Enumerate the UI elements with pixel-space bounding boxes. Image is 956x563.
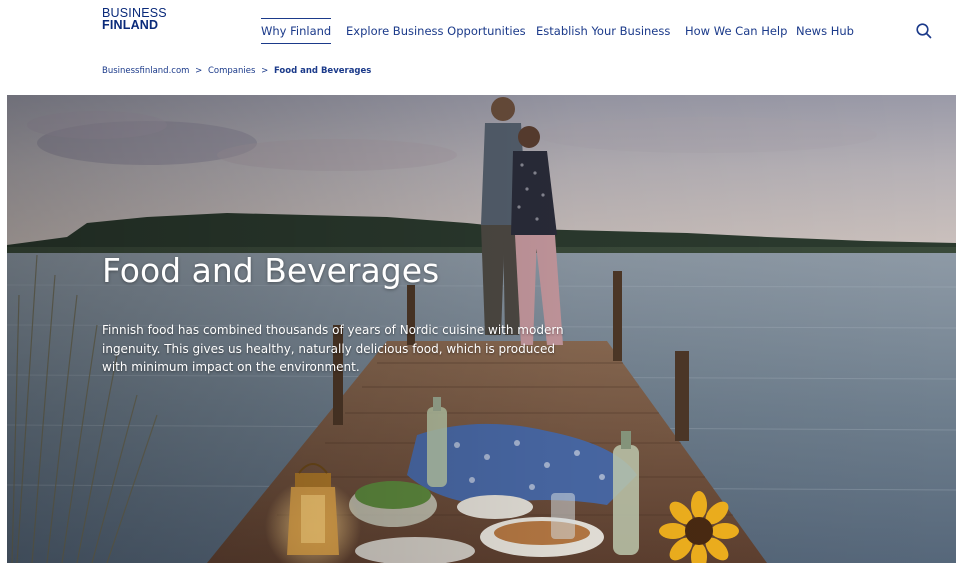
nav-establish-your-business[interactable]: Establish Your Business — [536, 18, 670, 44]
business-finland-logo[interactable]: BUSINESS FINLAND — [102, 7, 167, 32]
nav-explore-business-opportunities[interactable]: Explore Business Opportunities — [346, 18, 526, 44]
breadcrumb-current: Food and Beverages — [273, 66, 372, 76]
breadcrumb-home[interactable]: Businessfinland.com — [102, 66, 189, 76]
breadcrumb-separator: > — [195, 66, 203, 76]
hero-description: Finnish food has combined thousands of y… — [102, 323, 564, 374]
page-title: Food and Beverages — [102, 251, 440, 290]
breadcrumb-separator: > — [261, 66, 269, 76]
hero-banner: Food and Beverages Finnish food has comb… — [7, 95, 956, 563]
nav-why-finland[interactable]: Why Finland — [261, 18, 332, 44]
breadcrumb: Businessfinland.com > Companies > Food a… — [102, 66, 371, 80]
search-button[interactable] — [915, 22, 933, 40]
site-header: BUSINESS FINLAND Why Finland Explore Bus… — [0, 0, 956, 60]
page: BUSINESS FINLAND Why Finland Explore Bus… — [0, 0, 956, 563]
nav-news-hub[interactable]: News Hub — [796, 18, 854, 44]
breadcrumb-companies[interactable]: Companies — [208, 66, 255, 76]
nav-how-we-can-help[interactable]: How We Can Help — [685, 18, 787, 44]
search-icon — [916, 23, 932, 39]
logo-line-2: FINLAND — [102, 18, 159, 32]
